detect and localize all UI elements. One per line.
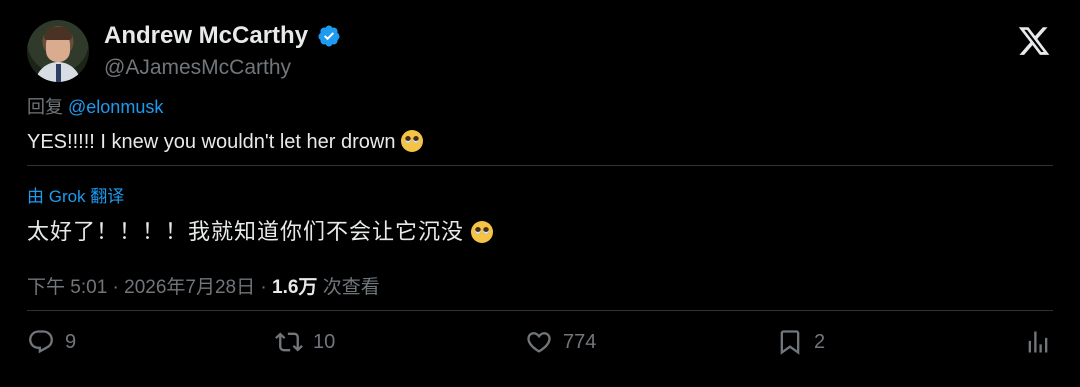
tweet-date[interactable]: 2026年7月28日 — [124, 277, 255, 298]
avatar-hair — [44, 27, 72, 40]
reply-count: 9 — [65, 330, 77, 353]
repost-button[interactable]: 10 — [275, 328, 335, 356]
tweet-time[interactable]: 下午 5:01 — [27, 277, 107, 298]
like-button[interactable]: 774 — [525, 328, 596, 356]
repost-icon — [275, 332, 303, 352]
divider — [27, 165, 1053, 166]
tweet-text: YES!!!!! I knew you wouldn't let her dro… — [27, 131, 396, 153]
view-stats-button[interactable] — [1024, 328, 1052, 356]
repost-count: 10 — [313, 330, 336, 353]
bookmark-count: 2 — [814, 330, 826, 353]
reply-button[interactable]: 9 — [27, 328, 76, 356]
divider — [27, 310, 1053, 311]
translation-text: 太好了！！！！我就知道你们不会让它沉没 — [27, 219, 465, 244]
verified-badge-icon — [318, 25, 340, 47]
author-handle[interactable]: @AJamesMcCarthy — [104, 56, 291, 80]
author-name-row: Andrew McCarthy — [104, 22, 341, 50]
like-count: 774 — [563, 330, 597, 353]
reply-icon — [29, 330, 53, 354]
pleading-face-icon — [471, 221, 494, 243]
translated-by-grok-link[interactable]: 由 Grok 翻译 — [27, 182, 124, 207]
translation-text-row: 太好了！！！！我就知道你们不会让它沉没 — [27, 214, 494, 246]
reply-mention-link[interactable]: @elonmusk — [68, 97, 163, 117]
meta-separator: · — [260, 277, 267, 298]
author-name[interactable]: Andrew McCarthy — [104, 22, 308, 50]
avatar[interactable] — [27, 20, 89, 82]
stats-icon — [1028, 331, 1048, 353]
meta-separator: · — [112, 277, 119, 298]
views-count: 1.6万 — [272, 277, 318, 298]
reply-prefix: 回复 — [27, 97, 63, 117]
avatar-tie — [56, 64, 61, 82]
views-label: 次查看 — [322, 277, 380, 298]
bookmark-button[interactable]: 2 — [776, 328, 825, 356]
x-logo-icon[interactable] — [1016, 24, 1052, 58]
pleading-face-icon — [401, 130, 424, 152]
bookmark-icon — [780, 330, 800, 355]
tweet-text-row: YES!!!!! I knew you wouldn't let her dro… — [27, 130, 424, 154]
reply-context: 回复 @elonmusk — [27, 93, 163, 119]
heart-icon — [527, 332, 551, 353]
tweet-meta: 下午 5:01 · 2026年7月28日 · 1.6万 次查看 — [27, 272, 380, 299]
